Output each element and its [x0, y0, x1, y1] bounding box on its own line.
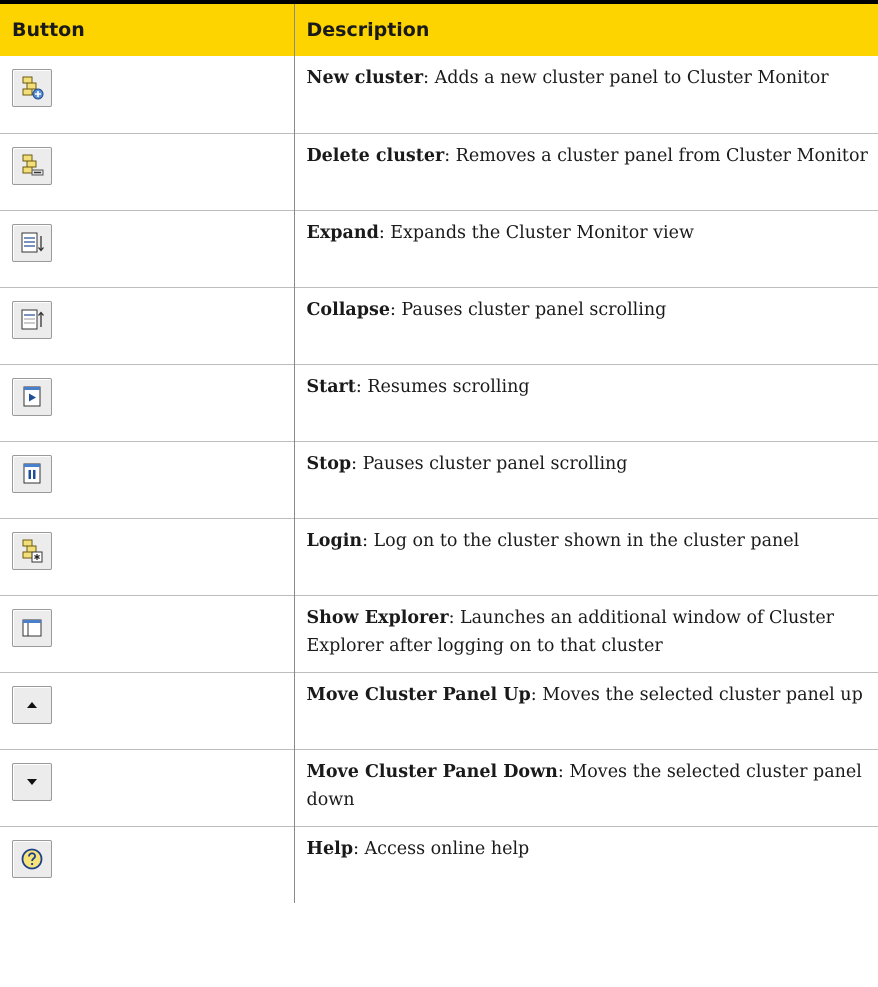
show-explorer-icon [19, 615, 45, 641]
button-description: : Resumes scrolling [355, 376, 530, 397]
button-name: Delete cluster [306, 145, 445, 166]
description-cell: Stop: Pauses cluster panel scrolling [293, 440, 878, 518]
login-button[interactable] [12, 531, 52, 570]
button-description: : Moves the selected cluster panel up [530, 684, 863, 705]
description-cell: Collapse: Pauses cluster panel scrolling [293, 286, 878, 364]
button-cell [0, 517, 294, 595]
table-row: Help: Access online help [0, 825, 878, 903]
button-column-header: Button [0, 0, 294, 56]
move-cluster-panel-down-button[interactable] [12, 762, 52, 801]
description-cell: Help: Access online help [293, 825, 878, 903]
button-cell [0, 594, 294, 672]
button-name: Help [306, 838, 354, 859]
stop-button[interactable] [12, 454, 52, 493]
button-description: : Pauses cluster panel scrolling [389, 299, 667, 320]
button-name: Collapse [306, 299, 390, 320]
button-description: : Pauses cluster panel scrolling [351, 453, 628, 474]
button-description: : Log on to the cluster shown in the clu… [362, 530, 800, 551]
description-cell: Move Cluster Panel Up: Moves the selecte… [293, 671, 878, 749]
table-header-row: Button Description [0, 0, 878, 56]
button-cell [0, 132, 294, 210]
button-cell [0, 56, 294, 133]
move-up-icon [19, 692, 45, 718]
table-row: Move Cluster Panel Up: Moves the selecte… [0, 671, 878, 749]
expand-button[interactable] [12, 223, 52, 262]
table-row: Stop: Pauses cluster panel scrolling [0, 440, 878, 518]
button-name: Start [306, 376, 356, 397]
stop-icon [19, 461, 45, 487]
collapse-icon [19, 307, 45, 333]
expand-icon [19, 230, 45, 256]
table-row: Collapse: Pauses cluster panel scrolling [0, 286, 878, 364]
button-cell [0, 363, 294, 441]
table-row: Move Cluster Panel Down: Moves the selec… [0, 748, 878, 826]
button-cell [0, 209, 294, 287]
button-cell [0, 440, 294, 518]
start-button[interactable] [12, 377, 52, 416]
button-name: Show Explorer [306, 607, 449, 628]
button-name: New cluster [306, 68, 424, 88]
show-explorer-button[interactable] [12, 608, 52, 647]
delete-cluster-button[interactable] [12, 146, 52, 185]
table-row: Start: Resumes scrolling [0, 363, 878, 441]
button-name: Stop [306, 453, 352, 474]
button-reference-table: Button Description New cluster: Adds a n… [0, 0, 878, 903]
button-cell [0, 825, 294, 903]
move-cluster-panel-up-button[interactable] [12, 685, 52, 724]
new-cluster-icon [19, 75, 45, 101]
table-row: Login: Log on to the cluster shown in th… [0, 517, 878, 595]
button-name: Move Cluster Panel Up [306, 684, 531, 705]
button-description: : Removes a cluster panel from Cluster M… [444, 145, 868, 166]
button-name: Move Cluster Panel Down [306, 761, 558, 782]
start-icon [19, 384, 45, 410]
description-column-header: Description [293, 0, 878, 56]
button-cell [0, 286, 294, 364]
table-row: Show Explorer: Launches an additional wi… [0, 594, 878, 672]
button-cell [0, 748, 294, 826]
button-name: Login [306, 530, 363, 551]
new-cluster-button[interactable] [12, 69, 52, 107]
description-cell: Login: Log on to the cluster shown in th… [293, 517, 878, 595]
button-description: : Adds a new cluster panel to Cluster Mo… [423, 68, 829, 88]
button-name: Expand [306, 222, 379, 243]
description-cell: Delete cluster: Removes a cluster panel … [293, 132, 878, 210]
description-cell: Start: Resumes scrolling [293, 363, 878, 441]
description-cell: New cluster: Adds a new cluster panel to… [293, 56, 878, 133]
button-cell [0, 671, 294, 749]
help-icon [19, 846, 45, 872]
login-icon [19, 538, 45, 564]
move-down-icon [19, 769, 45, 795]
description-cell: Show Explorer: Launches an additional wi… [293, 594, 878, 672]
button-description: : Access online help [353, 838, 530, 859]
table-row: Delete cluster: Removes a cluster panel … [0, 132, 878, 210]
description-cell: Move Cluster Panel Down: Moves the selec… [293, 748, 878, 826]
table-row: New cluster: Adds a new cluster panel to… [0, 56, 878, 133]
button-description: : Expands the Cluster Monitor view [378, 222, 694, 243]
collapse-button[interactable] [12, 300, 52, 339]
help-button[interactable] [12, 839, 52, 878]
delete-cluster-icon [19, 153, 45, 179]
description-cell: Expand: Expands the Cluster Monitor view [293, 209, 878, 287]
table-row: Expand: Expands the Cluster Monitor view [0, 209, 878, 287]
